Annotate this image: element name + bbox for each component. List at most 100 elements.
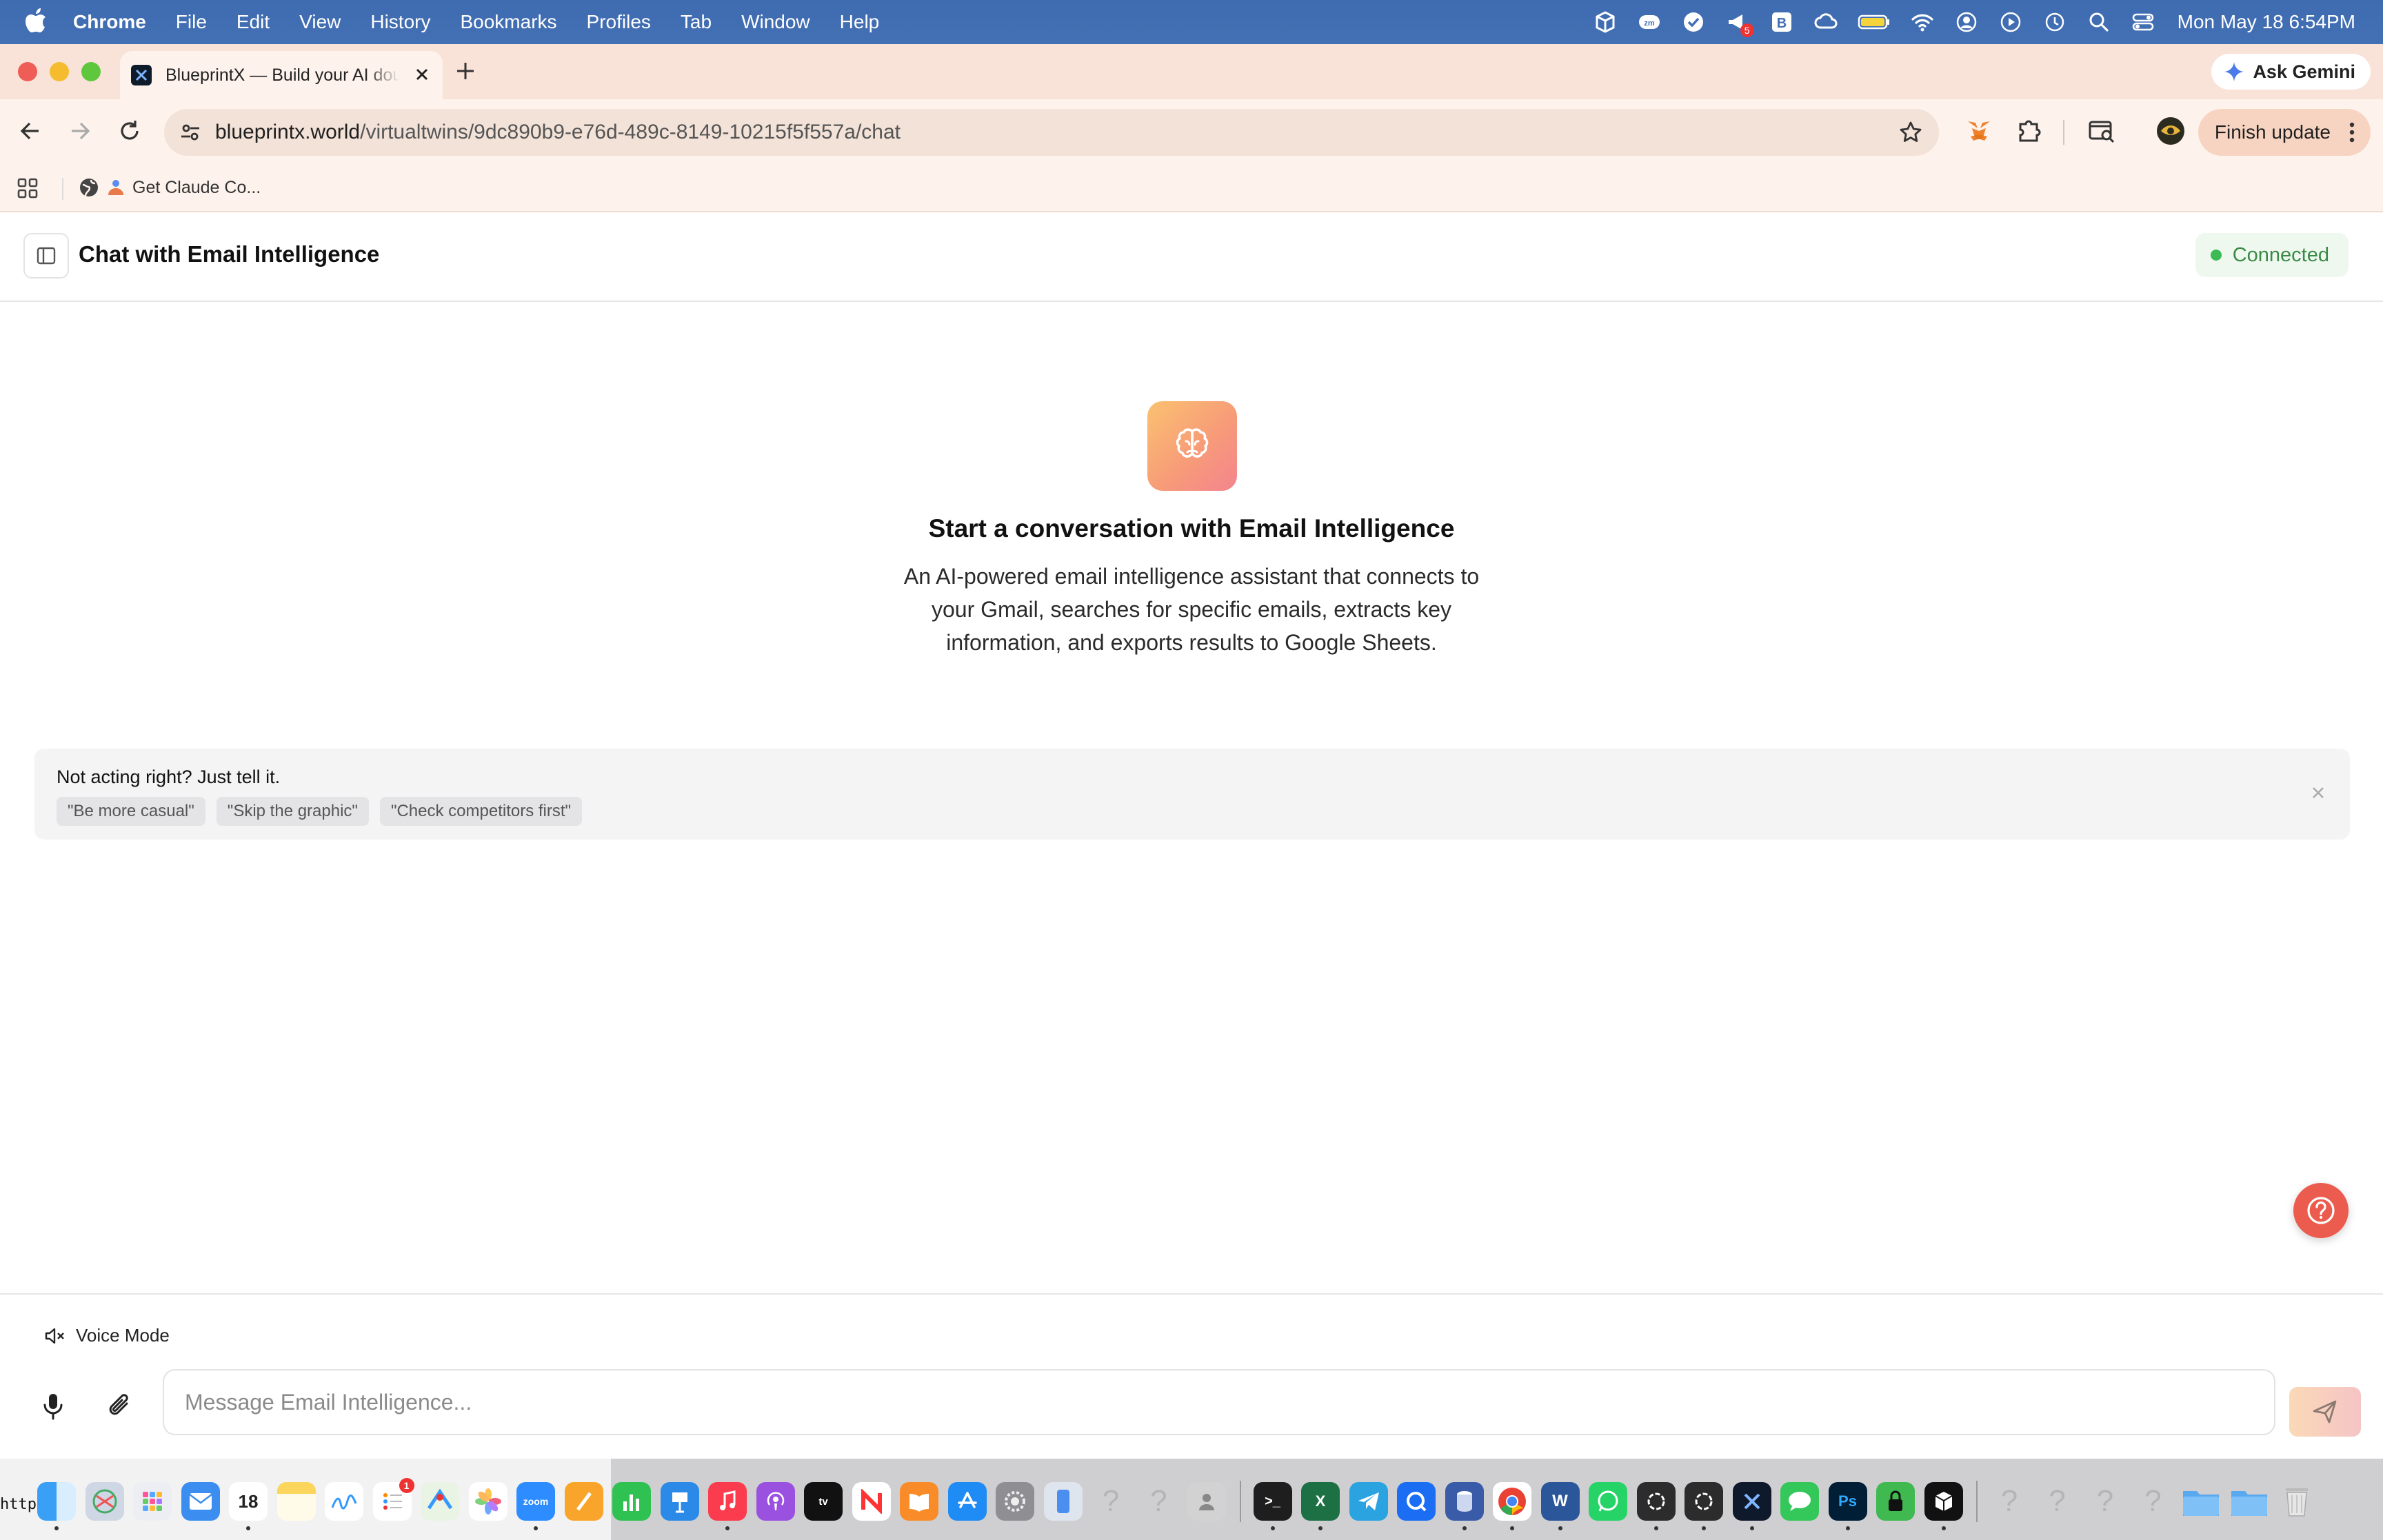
ask-gemini-button[interactable]: Ask Gemini <box>2211 54 2371 90</box>
window-minimize-button[interactable] <box>50 62 69 81</box>
play-circle-icon[interactable] <box>1998 10 2023 34</box>
cube-icon[interactable] <box>1593 10 1618 34</box>
messages-icon[interactable] <box>1780 1482 1819 1521</box>
spotlight-search-icon[interactable] <box>2087 10 2111 34</box>
whatsapp-icon[interactable] <box>1589 1482 1627 1521</box>
suggestion-chip[interactable]: "Be more casual" <box>57 797 205 826</box>
zoom-status-icon[interactable]: zm <box>1637 10 1662 34</box>
suggestion-chip[interactable]: "Skip the graphic" <box>216 797 369 826</box>
menu-bookmarks[interactable]: Bookmarks <box>460 11 556 33</box>
dismiss-tip-icon[interactable] <box>2310 784 2326 801</box>
message-input[interactable] <box>163 1369 2275 1435</box>
mail-icon[interactable] <box>181 1482 220 1521</box>
numbers-icon[interactable] <box>612 1482 651 1521</box>
chatgpt-icon[interactable] <box>1636 1482 1676 1530</box>
calendar-icon[interactable]: 18 <box>229 1482 268 1530</box>
unknown-app-icon[interactable]: ? <box>2038 1482 2077 1521</box>
unknown-app-icon[interactable]: ? <box>1990 1482 2029 1521</box>
tab-search-icon[interactable] <box>2087 116 2117 146</box>
photos-icon[interactable] <box>468 1482 507 1521</box>
bookmark-star-icon[interactable] <box>1899 121 1922 144</box>
address-bar[interactable]: blueprintx.world/virtualtwins/9dc890b9-e… <box>164 109 1939 156</box>
folder-icon[interactable] <box>2182 1482 2220 1521</box>
telegram-icon[interactable] <box>1349 1482 1388 1521</box>
contacts-icon[interactable] <box>1187 1482 1226 1521</box>
sidebar-toggle-button[interactable] <box>23 233 69 278</box>
lock-app-icon[interactable] <box>1876 1482 1915 1521</box>
menu-view[interactable]: View <box>299 11 341 33</box>
profile-avatar[interactable] <box>2155 116 2186 146</box>
unknown-app-icon[interactable]: ? <box>2086 1482 2124 1521</box>
wifi-icon[interactable] <box>1910 10 1935 34</box>
megaphone-icon[interactable]: 5 <box>1725 10 1754 37</box>
b-app-icon[interactable]: B <box>1769 10 1794 34</box>
unknown-app-icon[interactable]: ? <box>1140 1482 1178 1521</box>
apps-grid-icon[interactable] <box>17 177 39 199</box>
terminal-icon[interactable]: >_ <box>1253 1482 1292 1530</box>
user-circle-icon[interactable] <box>1954 10 1979 34</box>
news-icon[interactable] <box>852 1482 891 1521</box>
unknown-app-icon[interactable]: ? <box>2134 1482 2173 1521</box>
control-center-icon[interactable] <box>2131 10 2155 34</box>
window-close-button[interactable] <box>18 62 37 81</box>
zoom-app-icon[interactable]: zoom <box>516 1482 555 1530</box>
menu-window[interactable]: Window <box>741 11 810 33</box>
menubar-clock[interactable]: Mon May 18 6:54PM <box>2178 11 2355 33</box>
notes-icon[interactable] <box>276 1482 316 1521</box>
more-vertical-icon[interactable] <box>2347 121 2357 143</box>
finder-icon[interactable] <box>37 1482 76 1530</box>
music-icon[interactable] <box>708 1482 747 1530</box>
photoshop-icon[interactable]: Ps <box>1828 1482 1867 1530</box>
reload-icon[interactable] <box>116 117 143 145</box>
menu-edit[interactable]: Edit <box>237 11 270 33</box>
site-settings-icon[interactable] <box>179 121 201 143</box>
suggestion-chip[interactable]: "Check competitors first" <box>379 797 583 826</box>
browser-tab-active[interactable]: BlueprintX — Build your AI double <box>120 51 443 99</box>
creative-cloud-icon[interactable] <box>1813 10 1838 34</box>
unknown-app-icon[interactable]: ? <box>1092 1482 1130 1521</box>
menu-chrome[interactable]: Chrome <box>73 11 146 33</box>
cursor-app-icon[interactable] <box>1924 1482 1963 1530</box>
attach-button[interactable] <box>106 1391 135 1421</box>
check-circle-icon[interactable] <box>1681 10 1706 34</box>
metamask-extension-icon[interactable] <box>1964 116 1994 146</box>
menu-tab[interactable]: Tab <box>681 11 712 33</box>
downloads-folder-icon[interactable] <box>2230 1482 2269 1521</box>
reminders-icon[interactable]: 1 <box>372 1478 414 1521</box>
time-machine-icon[interactable] <box>2042 10 2067 34</box>
finish-update-button[interactable]: Finish update <box>2198 109 2371 156</box>
blueprintx-app-icon[interactable] <box>1732 1482 1771 1530</box>
maps-icon[interactable] <box>421 1482 459 1521</box>
app-store-icon[interactable] <box>947 1482 987 1521</box>
send-button[interactable] <box>2289 1387 2361 1437</box>
apple-icon[interactable] <box>25 8 47 34</box>
microphone-button[interactable] <box>39 1391 68 1421</box>
help-button[interactable] <box>2293 1183 2349 1238</box>
forward-arrow-icon[interactable] <box>66 117 94 145</box>
pages-icon[interactable] <box>564 1482 603 1521</box>
bookmark-get-claude[interactable]: Get Claude Co... <box>79 174 261 201</box>
window-zoom-button[interactable] <box>81 62 101 81</box>
keynote-icon[interactable] <box>660 1482 699 1521</box>
close-tab-icon[interactable] <box>414 66 430 83</box>
menu-profiles[interactable]: Profiles <box>587 11 651 33</box>
voice-mode-toggle[interactable]: Voice Mode <box>44 1325 170 1346</box>
books-icon[interactable] <box>900 1482 938 1521</box>
menu-history[interactable]: History <box>370 11 430 33</box>
apple-tv-icon[interactable]: tv <box>804 1482 843 1521</box>
chrome-icon[interactable] <box>1493 1482 1531 1530</box>
system-settings-icon[interactable] <box>996 1482 1034 1521</box>
extensions-puzzle-icon[interactable] <box>2013 116 2044 146</box>
launchpad-icon[interactable] <box>133 1482 172 1521</box>
excel-icon[interactable]: X <box>1301 1482 1340 1530</box>
podcasts-icon[interactable] <box>756 1482 795 1521</box>
back-arrow-icon[interactable] <box>17 117 44 145</box>
word-icon[interactable]: W <box>1540 1482 1580 1530</box>
menu-help[interactable]: Help <box>840 11 880 33</box>
new-tab-icon[interactable] <box>454 59 477 83</box>
chatgpt-alt-icon[interactable] <box>1685 1482 1723 1530</box>
freeform-icon[interactable] <box>325 1482 363 1521</box>
menu-file[interactable]: File <box>176 11 207 33</box>
trash-icon[interactable] <box>2278 1482 2316 1521</box>
cylinder-app-icon[interactable] <box>1445 1482 1484 1530</box>
